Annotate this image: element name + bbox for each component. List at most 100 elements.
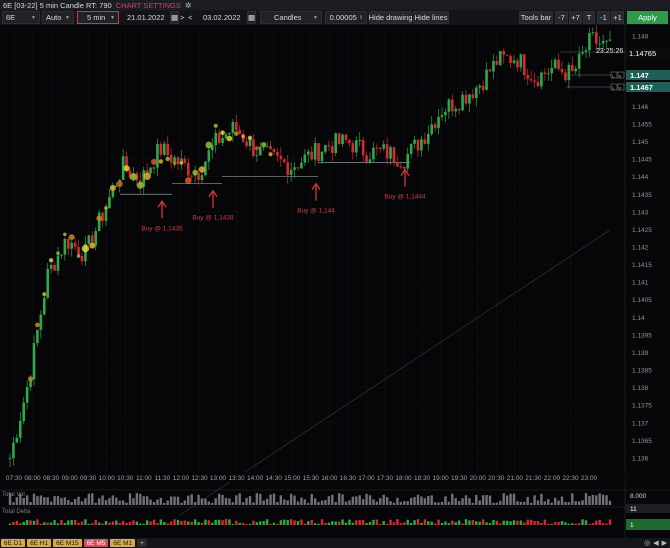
volume-bar — [601, 494, 605, 505]
volume-bar — [468, 498, 471, 505]
price-tick-label: 1.1435 — [632, 192, 652, 199]
delta-bar — [296, 521, 300, 525]
volume-bar — [516, 501, 519, 505]
volume-bar — [12, 502, 15, 505]
volume-bar — [341, 494, 344, 505]
tick-size-input[interactable]: 0.00005 ⇕ — [325, 11, 367, 24]
date-from-input[interactable]: 21.01.2022 — [124, 11, 170, 24]
tab-6e-h1[interactable]: 6E H1 — [27, 539, 52, 547]
candle-body — [36, 329, 39, 344]
symbol-select[interactable]: 6E ▼ — [2, 11, 40, 24]
gear-icon[interactable]: ✲ — [185, 1, 192, 10]
cluster-dot — [198, 166, 206, 173]
candle-body — [53, 264, 56, 271]
price-tick-label: 1.1445 — [632, 157, 652, 164]
delta-bar — [512, 520, 516, 525]
candle-body — [540, 72, 543, 87]
volume-bar — [303, 499, 307, 505]
plus7-button[interactable]: +7 — [569, 11, 582, 24]
delta-bar — [505, 520, 509, 525]
time-tick-label: 16:00 — [321, 475, 338, 482]
delta-bar — [255, 522, 259, 525]
calendar-icon[interactable]: ▦ — [170, 11, 179, 24]
plus1-button[interactable]: +1 — [611, 11, 624, 24]
cluster-dot — [150, 158, 158, 165]
cluster-dot — [205, 141, 213, 149]
delta-bar — [475, 521, 478, 525]
prev-button[interactable]: < — [188, 11, 196, 24]
add-tab-button[interactable]: + — [137, 539, 147, 547]
hide-lines-button[interactable]: Hide lines — [413, 11, 449, 24]
interval-select[interactable]: 5 min ▼ — [77, 11, 119, 24]
volume-bar — [166, 500, 169, 505]
volume-bar — [478, 500, 481, 505]
tools-bar-button[interactable]: Tools bar — [519, 11, 553, 24]
minus7-button[interactable]: -7 — [555, 11, 568, 24]
hide-drawing-button[interactable]: Hide drawing — [369, 11, 412, 24]
cluster-dot — [109, 184, 116, 191]
candle-body — [478, 85, 482, 88]
delta-bar — [19, 523, 22, 525]
tab-6e-m1[interactable]: 6E M1 — [110, 539, 136, 547]
delta-bar — [84, 519, 87, 525]
candle-body — [372, 147, 375, 160]
candle-body — [498, 51, 502, 65]
delta-bar — [495, 520, 499, 525]
volume-bar — [433, 502, 437, 505]
candle-body — [574, 68, 578, 72]
mode-select[interactable]: Auto ▼ — [42, 11, 74, 24]
time-tick-label: 19:30 — [451, 475, 468, 482]
candle-body — [581, 52, 584, 54]
volume-bar — [382, 494, 385, 505]
delta-bar — [488, 523, 492, 525]
arrow-left-icon[interactable]: ◀ — [653, 539, 658, 547]
price-tick-label: 1.148 — [632, 34, 649, 41]
chart-type-select[interactable]: Candles ▼ — [260, 11, 322, 24]
calendar-icon[interactable]: ▦ — [247, 11, 256, 24]
volume-bar — [351, 496, 355, 505]
candle-body — [488, 69, 492, 72]
volume-bar — [471, 502, 475, 505]
volume-bar — [53, 495, 56, 505]
target-icon[interactable]: ◎ — [644, 539, 650, 547]
time-tick-label: 13:00 — [210, 475, 227, 482]
delta-bar — [375, 519, 379, 525]
delta-bar — [344, 522, 348, 525]
candle-body — [248, 139, 252, 147]
volume-bar — [368, 495, 372, 505]
volume-bar — [276, 501, 279, 505]
volume-bar — [536, 500, 540, 505]
date-to-input[interactable]: 03.02.2022 — [200, 11, 246, 24]
t-button[interactable]: T — [583, 11, 595, 24]
volume-bar — [502, 493, 505, 505]
volume-bar — [581, 500, 584, 505]
arrow-right-icon[interactable]: ▶ — [662, 539, 667, 547]
time-tick-label: 15:00 — [284, 475, 301, 482]
delta-bar — [221, 520, 224, 525]
delta-bar — [533, 521, 536, 525]
candle-body — [327, 145, 331, 147]
volume-bar — [190, 494, 193, 505]
volume-bar — [553, 497, 557, 505]
cluster-dot — [247, 135, 253, 140]
volume-bar — [420, 496, 423, 505]
price-chart[interactable]: Buy @ 1,1435 Buy @ 1,1438 Buy @ 1,144 Buy @… — [0, 25, 670, 538]
volume-bar — [176, 496, 180, 505]
volume-bar — [574, 501, 577, 505]
tab-6e-m15[interactable]: 6E M15 — [53, 539, 82, 547]
candle-body — [334, 133, 338, 154]
delta-bar — [499, 523, 502, 525]
minus1-button[interactable]: -1 — [597, 11, 610, 24]
candle-body — [162, 143, 166, 155]
price-tick-label: 1.142 — [632, 245, 649, 252]
tab-6e-m5[interactable]: 6E M5 — [83, 539, 109, 547]
apply-button[interactable]: Apply — [627, 11, 668, 24]
delta-bar — [430, 521, 433, 525]
cluster-dot — [213, 123, 218, 128]
chart-settings-link[interactable]: CHART SETTINGS — [116, 1, 181, 10]
candle-body — [601, 40, 605, 44]
next-button[interactable]: > — [180, 11, 188, 24]
delta-bar — [190, 521, 193, 525]
volume-bar — [19, 493, 22, 505]
tab-6e-d1[interactable]: 6E D1 — [1, 539, 26, 547]
